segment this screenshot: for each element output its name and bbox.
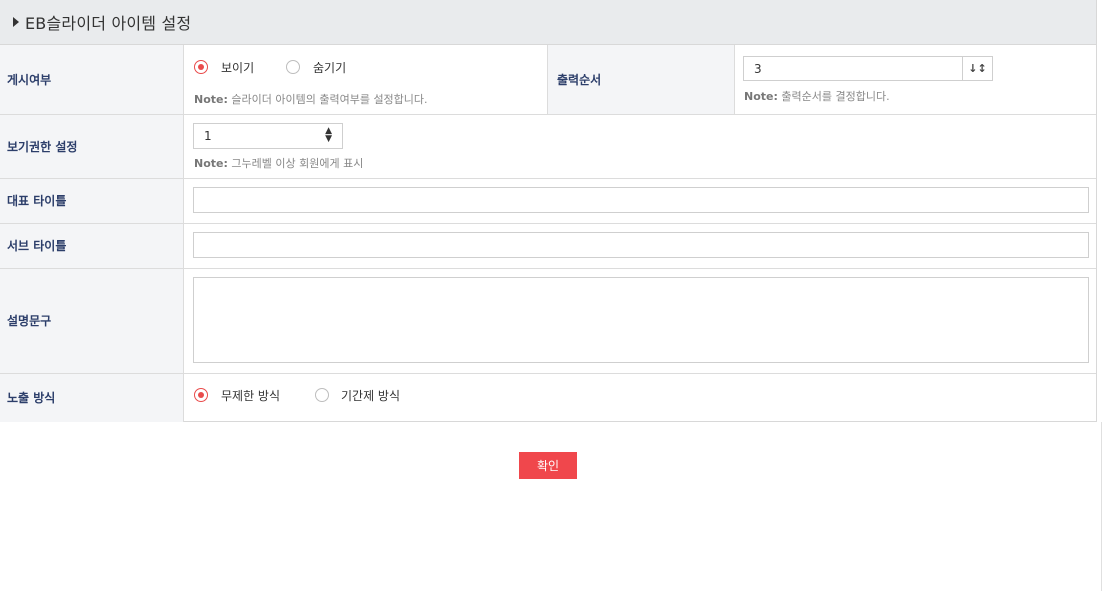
row-description: 설명문구: [0, 269, 1096, 374]
permission-select-value: 1: [204, 129, 212, 143]
radio-show-label[interactable]: 보이기: [221, 59, 254, 76]
order-input[interactable]: [743, 56, 963, 81]
row-main-title: 대표 타이틀: [0, 179, 1096, 224]
permission-label: 보기권한 설정: [7, 140, 78, 154]
order-sort-button[interactable]: ↓↕: [963, 56, 993, 81]
row-sub-title: 서브 타이틀: [0, 224, 1096, 269]
description-textarea[interactable]: [193, 277, 1089, 363]
label-cell: 노출 방식: [0, 374, 184, 422]
select-arrows-icon: ▲ ▼: [325, 126, 332, 144]
label-cell-order: 출력순서: [547, 45, 735, 114]
main-title-input[interactable]: [193, 187, 1089, 213]
note-prefix: Note:: [194, 157, 228, 170]
note-prefix: Note:: [194, 93, 228, 106]
description-label: 설명문구: [7, 314, 52, 328]
label-cell: 대표 타이틀: [0, 179, 184, 223]
visibility-note: Note: 슬라이더 아이템의 출력여부를 설정합니다.: [194, 91, 428, 107]
radio-show[interactable]: [194, 60, 208, 74]
sub-title-input[interactable]: [193, 232, 1089, 258]
label-cell: 게시여부: [0, 45, 184, 114]
note-prefix: Note:: [744, 90, 778, 103]
sub-title-label: 서브 타이틀: [7, 239, 67, 253]
row-visibility: 게시여부 보이기 숨기기 Note: 슬라이더 아이템의 출력여부를 설정합니다…: [0, 45, 1096, 115]
page-title: EB슬라이더 아이템 설정: [25, 14, 192, 33]
radio-unlimited[interactable]: [194, 388, 208, 402]
label-cell: 보기권한 설정: [0, 115, 184, 178]
order-note-text: 출력순서를 결정합니다.: [781, 90, 890, 103]
label-cell: 서브 타이틀: [0, 224, 184, 268]
permission-select[interactable]: 1 ▲ ▼: [193, 123, 343, 149]
caret-right-icon: [13, 17, 19, 27]
page-scroll-edge: [1097, 422, 1102, 591]
section-header: EB슬라이더 아이템 설정: [0, 0, 1096, 45]
radio-period[interactable]: [315, 388, 329, 402]
radio-period-label[interactable]: 기간제 방식: [341, 387, 400, 404]
radio-unlimited-label[interactable]: 무제한 방식: [221, 387, 280, 404]
row-permission: 보기권한 설정 1 ▲ ▼ Note: 그누레벨 이상 회원에게 표시: [0, 115, 1096, 179]
order-note: Note: 출력순서를 결정합니다.: [744, 88, 890, 104]
visibility-note-text: 슬라이더 아이템의 출력여부를 설정합니다.: [231, 93, 428, 106]
order-label: 출력순서: [557, 73, 602, 87]
visibility-label: 게시여부: [7, 73, 52, 87]
confirm-button[interactable]: 확인: [519, 452, 577, 479]
permission-note-text: 그누레벨 이상 회원에게 표시: [231, 157, 364, 170]
radio-hide[interactable]: [286, 60, 300, 74]
exposure-label: 노출 방식: [7, 391, 56, 405]
row-exposure: 노출 방식 무제한 방식 기간제 방식: [0, 374, 1096, 422]
permission-note: Note: 그누레벨 이상 회원에게 표시: [194, 155, 363, 171]
radio-hide-label[interactable]: 숨기기: [313, 59, 346, 76]
sort-icon: ↓↕: [968, 62, 987, 75]
label-cell: 설명문구: [0, 269, 184, 373]
main-title-label: 대표 타이틀: [7, 194, 67, 208]
